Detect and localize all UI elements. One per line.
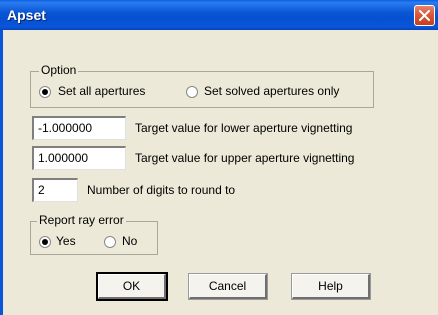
help-button[interactable]: Help — [291, 273, 371, 300]
upper-value-label: Target value for upper aperture vignetti… — [135, 151, 355, 165]
option-legend: Option — [39, 63, 79, 77]
radio-yes-label[interactable]: Yes — [56, 234, 76, 248]
radio-yes[interactable] — [39, 236, 51, 248]
lower-value-label: Target value for lower aperture vignetti… — [135, 121, 353, 135]
close-icon — [419, 10, 430, 21]
digits-input[interactable]: 2 — [32, 178, 78, 202]
radio-no[interactable] — [104, 236, 116, 248]
lower-value-input[interactable]: -1.000000 — [32, 116, 126, 140]
dialog-body: Option Set all apertures Set solved aper… — [0, 30, 438, 315]
radio-selected-dot — [42, 89, 48, 95]
upper-value-input[interactable]: 1.000000 — [32, 146, 126, 170]
report-legend: Report ray error — [37, 213, 126, 227]
digits-label: Number of digits to round to — [87, 183, 236, 197]
radio-set-solved-label[interactable]: Set solved apertures only — [204, 84, 339, 98]
radio-selected-dot — [42, 239, 48, 245]
apset-dialog: Apset Option Set all apertures Set solve… — [0, 0, 438, 315]
radio-set-all[interactable] — [39, 86, 51, 98]
radio-set-solved[interactable] — [186, 86, 198, 98]
title-bar[interactable]: Apset — [0, 0, 438, 30]
cancel-button[interactable]: Cancel — [188, 273, 268, 300]
close-button[interactable] — [414, 5, 435, 26]
window-title: Apset — [7, 7, 46, 23]
radio-no-label[interactable]: No — [122, 234, 137, 248]
radio-set-all-label[interactable]: Set all apertures — [58, 84, 145, 98]
ok-button[interactable]: OK — [96, 272, 168, 301]
